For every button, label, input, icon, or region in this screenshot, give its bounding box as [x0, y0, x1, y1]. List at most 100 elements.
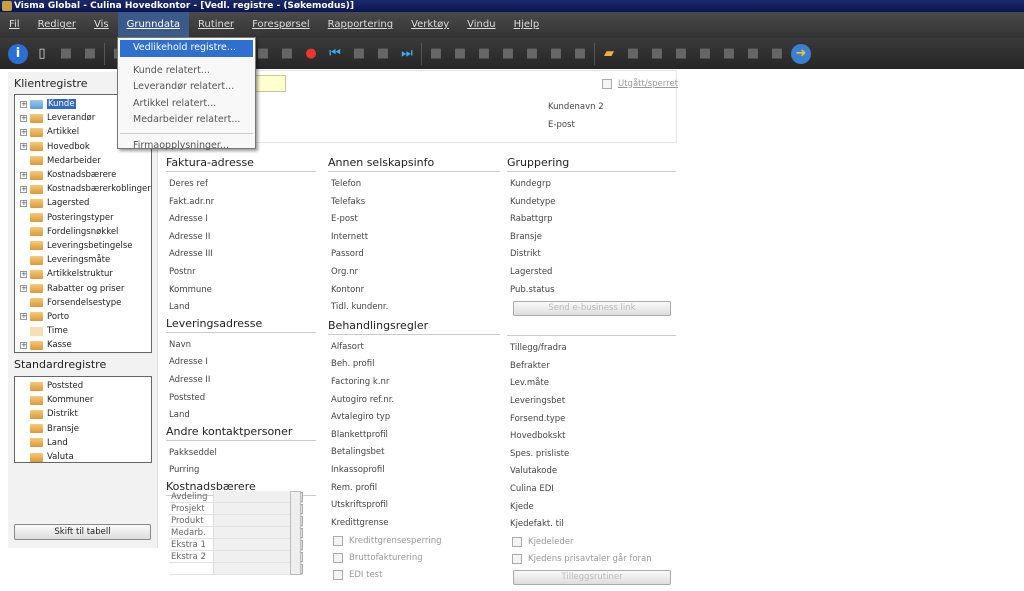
tree-item-posteringstyper[interactable]: Posteringstyper: [20, 211, 151, 225]
tree-item-porto[interactable]: + Porto: [20, 310, 151, 324]
checkbox-box[interactable]: [512, 537, 522, 548]
button-send-e-business-link[interactable]: Send e-business link: [513, 301, 671, 317]
color-wheel-icon[interactable]: ●: [301, 44, 321, 64]
checkbox-kredittgrensesperring[interactable]: Kredittgrensesperring: [328, 532, 500, 549]
tree-item-kostnadsbærerkoblinger[interactable]: + Kostnadsbærerkoblinger: [20, 182, 151, 196]
checkbox-bruttofakturering[interactable]: Bruttofakturering: [328, 549, 500, 566]
checkbox-box[interactable]: [333, 552, 343, 563]
binoculars-icon[interactable]: ■: [426, 44, 446, 64]
save-icon[interactable]: ■: [56, 44, 76, 64]
tree-item-rabatter-og-priser[interactable]: + Rabatter og priser: [20, 281, 151, 295]
next-record-icon[interactable]: ■: [373, 44, 393, 64]
tree-line[interactable]: [20, 228, 27, 235]
menu-verktøy[interactable]: Verktøy: [402, 12, 458, 38]
info-icon[interactable]: i: [8, 43, 28, 64]
menu-rutiner[interactable]: Rutiner: [189, 12, 243, 38]
previous-record-icon[interactable]: ■: [349, 44, 369, 64]
tree-item-medarbeider[interactable]: Medarbeider: [20, 154, 151, 168]
export-icon[interactable]: ➜: [791, 43, 811, 64]
tree-item-leveringsmåte[interactable]: Leveringsmåte: [20, 253, 151, 267]
tree-line[interactable]: [20, 397, 27, 404]
cost-grid-value[interactable]: [214, 563, 293, 574]
expand-icon[interactable]: +: [20, 185, 27, 193]
stop-icon[interactable]: ■: [498, 44, 518, 64]
tree-line[interactable]: [20, 411, 27, 418]
cost-grid-value[interactable]: [214, 527, 293, 538]
link-icon[interactable]: ■: [695, 44, 715, 64]
tree-line[interactable]: [20, 425, 27, 432]
ruler-icon[interactable]: ■: [623, 44, 643, 64]
last-record-icon[interactable]: ⏭: [397, 44, 417, 64]
tree-item-kommuner[interactable]: Kommuner: [20, 393, 151, 407]
customer-number-input[interactable]: [255, 75, 286, 92]
tree-item-distrikt[interactable]: Distrikt: [20, 407, 151, 421]
expand-icon[interactable]: +: [20, 270, 27, 278]
menu-fil[interactable]: Fil: [0, 12, 29, 38]
tree-item-time[interactable]: Time: [20, 324, 151, 338]
expand-icon[interactable]: +: [20, 285, 27, 293]
open-folder-icon[interactable]: ▰: [599, 44, 619, 64]
delete-icon[interactable]: ■: [80, 44, 100, 64]
disabled-icon[interactable]: ■: [253, 44, 273, 64]
button-tilleggsrutiner[interactable]: Tilleggsrutiner: [513, 569, 671, 585]
tree-line[interactable]: [20, 383, 27, 390]
tree-line[interactable]: [20, 157, 27, 164]
home-icon[interactable]: ■: [546, 44, 566, 64]
tree-line[interactable]: [20, 328, 27, 335]
menu-forespørsel[interactable]: Forespørsel: [243, 12, 319, 38]
menu-rediger[interactable]: Rediger: [29, 12, 85, 38]
redo-icon[interactable]: ■: [767, 44, 787, 64]
switch-to-table-button[interactable]: Skift til tabell: [14, 524, 151, 540]
checkbox-box[interactable]: [602, 78, 612, 89]
checkbox-box[interactable]: [512, 554, 522, 565]
font-icon[interactable]: ■: [719, 44, 739, 64]
checkbox-edi-test[interactable]: EDI test: [328, 566, 500, 583]
tree-item-forsendelsestype[interactable]: Forsendelsestype: [20, 296, 151, 310]
cost-grid-value[interactable]: [214, 551, 293, 562]
find-icon[interactable]: ■: [570, 44, 590, 64]
expand-icon[interactable]: +: [20, 128, 27, 136]
menu-grunndata[interactable]: Grunndata: [117, 12, 189, 38]
menu-vis[interactable]: Vis: [85, 12, 118, 38]
expand-icon[interactable]: +: [20, 143, 27, 151]
checkbox-box[interactable]: [333, 535, 343, 546]
tree-line[interactable]: [20, 439, 27, 446]
tree-item-poststed[interactable]: Poststed: [20, 379, 151, 393]
edit-icon[interactable]: ■: [277, 44, 297, 64]
tree-item-kostnadsbærere[interactable]: + Kostnadsbærere: [20, 168, 151, 182]
first-record-icon[interactable]: ⏮: [325, 44, 345, 64]
menu-item-firmaopplysninger[interactable]: Firmaopplysninger...: [118, 138, 255, 155]
tree-line[interactable]: [20, 299, 27, 306]
expand-icon[interactable]: +: [20, 171, 27, 179]
cost-grid-value[interactable]: [214, 539, 293, 550]
expand-icon[interactable]: +: [20, 341, 27, 349]
expand-icon[interactable]: +: [20, 114, 27, 122]
back-icon[interactable]: ■: [450, 44, 470, 64]
menu-item-medarbeider-relatert[interactable]: Medarbeider relatert...: [118, 112, 255, 129]
tree-line[interactable]: [20, 214, 27, 221]
calculator-icon[interactable]: ■: [647, 44, 667, 64]
forward-icon[interactable]: ■: [474, 44, 494, 64]
checkbox-kjedeleder[interactable]: Kjedeleder: [507, 534, 676, 551]
tree-line[interactable]: [20, 454, 27, 461]
menu-item-leverandør-relatert[interactable]: Leverandør relatert...: [118, 79, 255, 96]
menu-item-artikkel-relatert[interactable]: Artikkel relatert...: [118, 96, 255, 113]
inactive-checkbox[interactable]: Utgått/sperret: [602, 75, 678, 92]
tree-item-fordelingsnøkkel[interactable]: Fordelingsnøkkel: [20, 225, 151, 239]
tree-item-lagersted[interactable]: + Lagersted: [20, 196, 151, 210]
tree-item-artikkelstruktur[interactable]: + Artikkelstruktur: [20, 267, 151, 281]
expand-icon[interactable]: +: [20, 313, 27, 321]
expand-icon[interactable]: +: [20, 199, 27, 207]
expand-icon[interactable]: +: [20, 100, 27, 108]
reload-icon[interactable]: ■: [522, 44, 542, 64]
menu-item-kunde-relatert[interactable]: Kunde relatert...: [118, 63, 255, 80]
cost-grid-value[interactable]: [214, 503, 293, 514]
tree-item-kasse[interactable]: + Kasse: [20, 338, 151, 352]
tree-line[interactable]: [20, 257, 27, 264]
cost-grid-value[interactable]: [214, 491, 293, 502]
undo-icon[interactable]: ■: [743, 44, 763, 64]
menu-item-vedlikehold-registre[interactable]: Vedlikehold registre...: [120, 40, 253, 57]
menu-rapportering[interactable]: Rapportering: [319, 12, 402, 38]
table-icon[interactable]: ■: [671, 44, 691, 64]
tree-line[interactable]: [20, 242, 27, 249]
